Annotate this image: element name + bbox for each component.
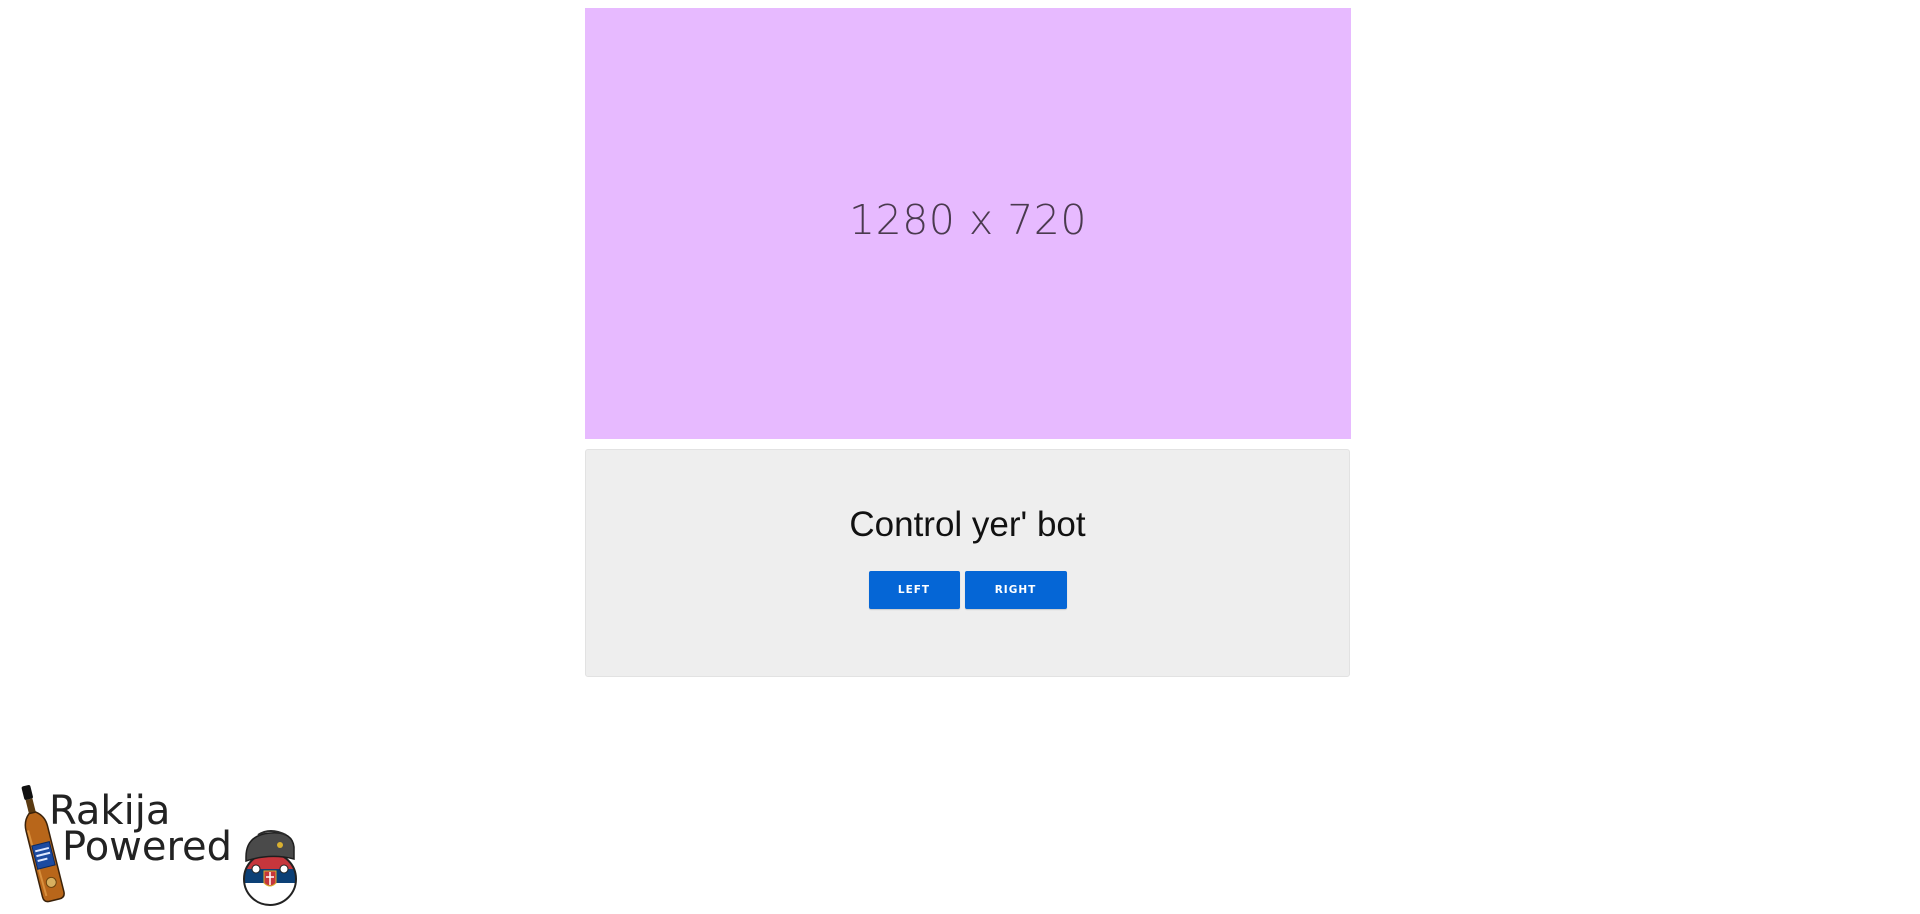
video-resolution-text: 1280 x 720 [849, 195, 1087, 244]
left-button[interactable]: LEFT [868, 571, 960, 609]
badge-text-powered: Powered [62, 824, 233, 870]
control-panel: Control yer' bot LEFT RIGHT [585, 449, 1350, 677]
rakija-powered-badge: Rakija Powered [12, 783, 302, 908]
right-button[interactable]: RIGHT [964, 571, 1067, 609]
serbia-countryball-icon [243, 830, 297, 906]
control-panel-title: Control yer' bot [849, 505, 1086, 544]
video-stream-placeholder: 1280 x 720 [585, 8, 1351, 439]
control-button-row: LEFT RIGHT [586, 571, 1349, 609]
